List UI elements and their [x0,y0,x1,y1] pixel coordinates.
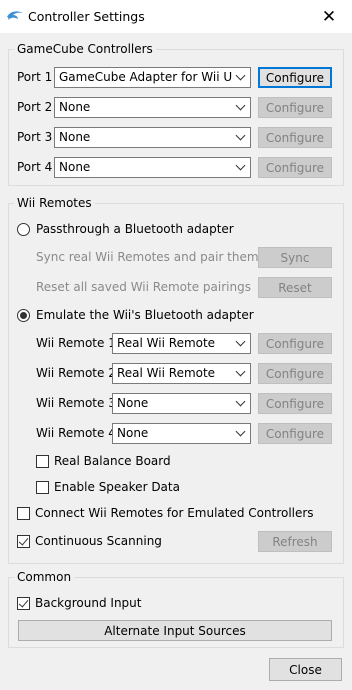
port-2-select[interactable]: None [54,97,251,118]
wii-remote-4-select[interactable]: None [112,423,251,444]
reset-label: Reset all saved Wii Remote pairings [36,280,251,294]
wii-remote-3-label: Wii Remote 3 [36,396,116,410]
reset-button[interactable]: Reset [258,277,332,298]
chevron-down-icon [235,130,246,141]
common-group-title: Common [17,570,72,584]
port-3-configure-button[interactable]: Configure [258,127,332,148]
continuous-scanning-checkbox[interactable] [17,535,30,548]
sync-button[interactable]: Sync [258,247,332,268]
speaker-data-checkbox[interactable] [36,481,49,494]
gamecube-group-title: GameCube Controllers [17,42,153,56]
wii-group-title: Wii Remotes [17,196,92,210]
wii-remote-2-value: Real Wii Remote [117,366,216,380]
close-window-icon[interactable]: ✕ [306,0,352,33]
chevron-down-icon [235,70,246,81]
background-input-checkbox[interactable] [17,597,30,610]
alternate-input-sources-button[interactable]: Alternate Input Sources [18,620,332,641]
title-bar: Controller Settings ✕ [0,0,352,34]
close-button[interactable]: Close [269,658,342,681]
wii-remote-1-value: Real Wii Remote [117,336,216,350]
background-input-label[interactable]: Background Input [35,596,141,610]
balance-board-label[interactable]: Real Balance Board [54,454,171,468]
wii-remote-2-select[interactable]: Real Wii Remote [112,363,251,384]
chevron-down-icon [235,366,246,377]
wii-remote-4-value: None [117,426,149,440]
chevron-down-icon [235,426,246,437]
chevron-down-icon [235,336,246,347]
wii-remote-2-label: Wii Remote 2 [36,366,116,380]
chevron-down-icon [235,100,246,111]
passthrough-label[interactable]: Passthrough a Bluetooth adapter [36,222,234,236]
port-1-label: Port 1 [17,70,53,84]
chevron-down-icon [235,160,246,171]
passthrough-radio[interactable] [17,223,30,236]
wii-remote-2-configure-button[interactable]: Configure [258,363,332,384]
sync-label: Sync real Wii Remotes and pair them [36,250,259,264]
port-2-configure-button[interactable]: Configure [258,97,332,118]
window-title: Controller Settings [28,9,145,24]
port-1-value: GameCube Adapter for Wii U [59,70,233,84]
port-4-select[interactable]: None [54,157,251,178]
refresh-button[interactable]: Refresh [258,531,332,552]
port-4-value: None [59,160,91,174]
dolphin-icon [7,11,23,20]
emulate-radio[interactable] [17,309,30,322]
wii-remote-1-label: Wii Remote 1 [36,336,116,350]
port-4-configure-button[interactable]: Configure [258,157,332,178]
port-1-select[interactable]: GameCube Adapter for Wii U [54,67,251,88]
wii-remote-3-value: None [117,396,149,410]
wii-remote-1-select[interactable]: Real Wii Remote [112,333,251,354]
port-3-value: None [59,130,91,144]
wii-remote-3-select[interactable]: None [112,393,251,414]
wii-remote-3-configure-button[interactable]: Configure [258,393,332,414]
wii-remote-4-label: Wii Remote 4 [36,426,116,440]
port-1-configure-button[interactable]: Configure [258,67,332,88]
port-2-label: Port 2 [17,100,53,114]
port-3-label: Port 3 [17,130,53,144]
chevron-down-icon [235,396,246,407]
wii-remote-1-configure-button[interactable]: Configure [258,333,332,354]
port-4-label: Port 4 [17,160,53,174]
continuous-scanning-label[interactable]: Continuous Scanning [35,534,162,548]
emulate-label[interactable]: Emulate the Wii's Bluetooth adapter [36,308,254,322]
connect-emulated-label[interactable]: Connect Wii Remotes for Emulated Control… [35,506,314,520]
wii-remote-4-configure-button[interactable]: Configure [258,423,332,444]
port-3-select[interactable]: None [54,127,251,148]
balance-board-checkbox[interactable] [36,455,49,468]
speaker-data-label[interactable]: Enable Speaker Data [54,480,180,494]
port-2-value: None [59,100,91,114]
connect-emulated-checkbox[interactable] [17,507,30,520]
